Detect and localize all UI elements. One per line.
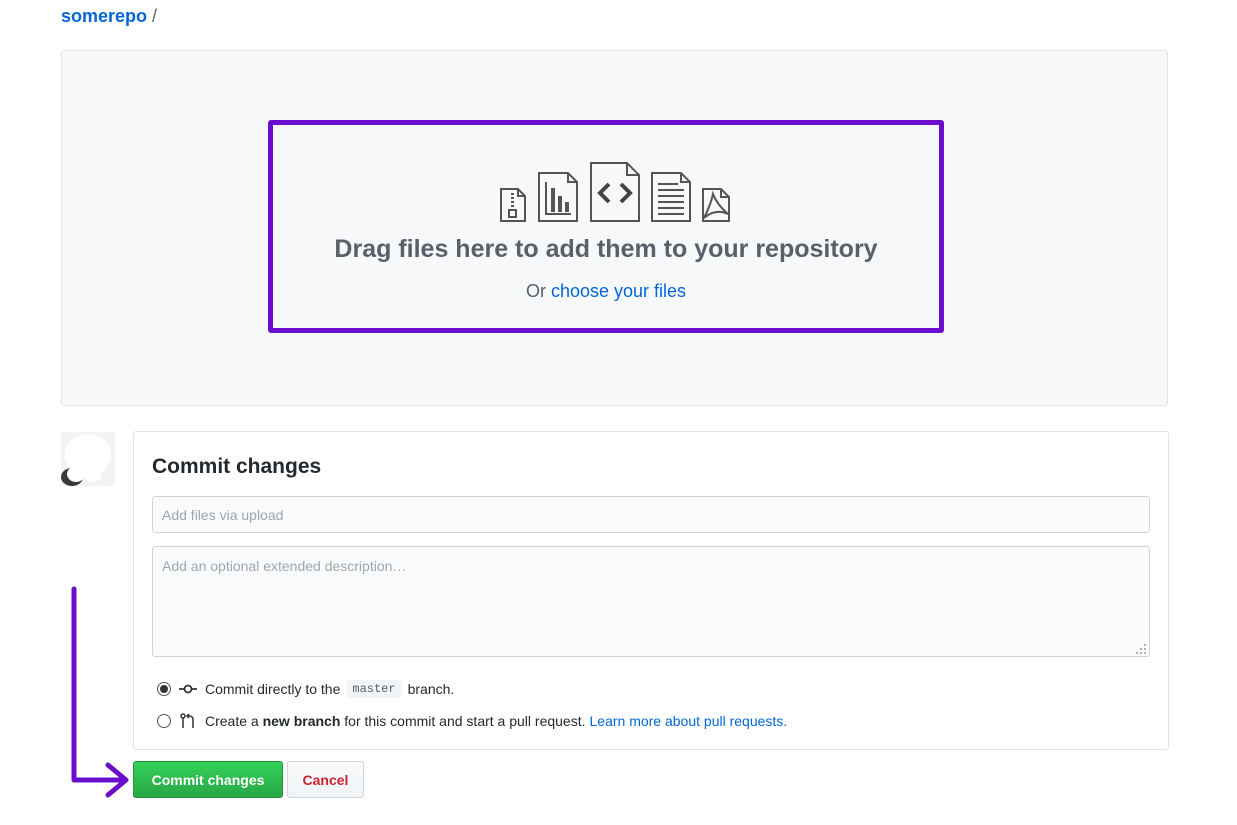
new-branch-prefix: Create a [205, 713, 259, 729]
commit-direct-radio[interactable] [157, 682, 171, 696]
file-pdf-icon [702, 188, 730, 222]
file-zip-icon [500, 188, 526, 222]
file-text-icon [651, 172, 691, 222]
file-code-icon [590, 162, 640, 222]
choose-files-line: Or choose your files [268, 281, 944, 302]
pull-request-icon [180, 713, 194, 728]
commit-summary-input[interactable] [152, 496, 1150, 533]
new-branch-suffix: for this commit and start a pull request… [344, 713, 586, 729]
file-icons-group [497, 162, 737, 222]
choose-files-link[interactable]: choose your files [551, 281, 686, 301]
new-branch-radio[interactable] [157, 714, 171, 728]
commit-description-input[interactable] [152, 546, 1150, 657]
cancel-button[interactable]: Cancel [287, 761, 364, 798]
breadcrumb: somerepo / [61, 6, 157, 27]
commit-direct-prefix: Commit directly to the [205, 681, 341, 697]
file-chart-icon [538, 172, 578, 222]
learn-more-pull-requests-link[interactable]: Learn more about pull requests. [590, 713, 788, 729]
new-branch-option[interactable]: Create a new branch for this commit and … [157, 711, 787, 731]
commit-direct-option[interactable]: Commit directly to the master branch. [157, 679, 454, 699]
commit-direct-suffix: branch. [407, 681, 455, 697]
dropzone-title: Drag files here to add them to your repo… [334, 235, 878, 263]
resize-grip-icon[interactable] [1135, 643, 1147, 655]
commit-title: Commit changes [152, 455, 322, 478]
avatar [61, 432, 115, 486]
commit-changes-button[interactable]: Commit changes [133, 761, 283, 798]
or-text: Or [525, 281, 546, 301]
new-branch-bold: new branch [262, 713, 341, 729]
branch-name-chip: master [346, 680, 402, 698]
breadcrumb-separator: / [152, 6, 158, 26]
repo-link[interactable]: somerepo [61, 6, 147, 26]
annotation-arrow [71, 586, 129, 798]
git-commit-icon [179, 684, 197, 694]
